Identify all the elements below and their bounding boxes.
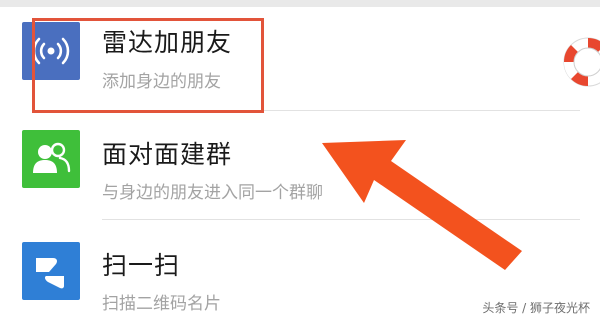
- group-people-icon: [22, 130, 80, 188]
- menu-item-title: 面对面建群: [102, 140, 233, 169]
- watermark-text: 头条号 / 狮子夜光杯: [482, 301, 590, 315]
- menu-item-subtitle: 与身边的朋友进入同一个群聊: [102, 183, 323, 203]
- menu-item-subtitle: 扫描二维码名片: [102, 294, 221, 314]
- menu-item-title: 扫一扫: [102, 251, 181, 280]
- top-section-divider: [0, 0, 600, 7]
- highlight-annotation-box: [32, 18, 264, 113]
- scan-icon: [22, 242, 80, 300]
- lifebuoy-icon: [560, 34, 600, 90]
- menu-item-face-to-face-group[interactable]: 面对面建群 与身边的朋友进入同一个群聊: [0, 111, 600, 214]
